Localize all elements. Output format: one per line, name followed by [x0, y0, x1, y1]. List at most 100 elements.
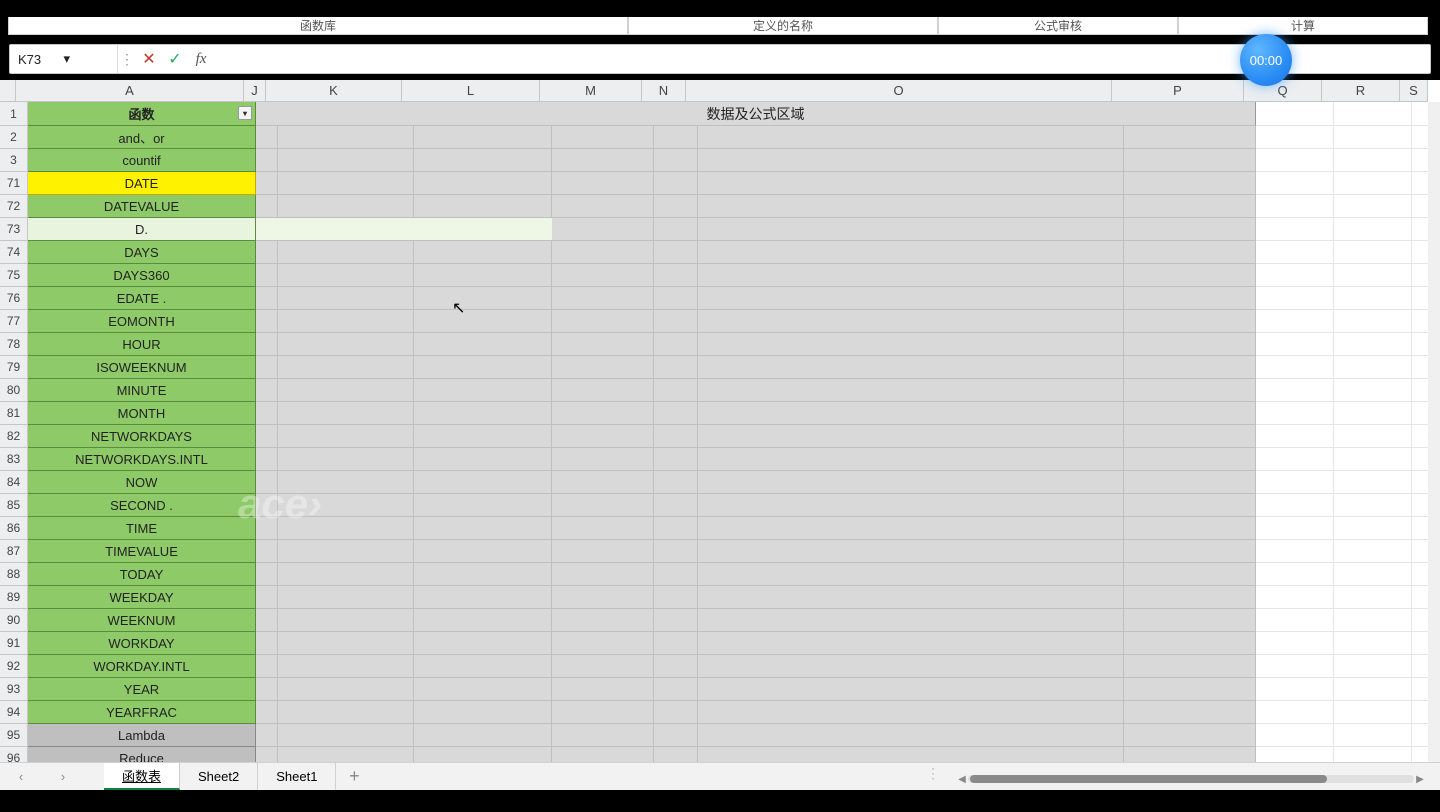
- cell[interactable]: [256, 172, 278, 195]
- cell-a-81[interactable]: MONTH: [28, 402, 256, 425]
- cell[interactable]: [552, 172, 654, 195]
- cell-a-96[interactable]: Reduce: [28, 747, 256, 762]
- cell[interactable]: [256, 701, 278, 724]
- cell[interactable]: [1334, 517, 1412, 540]
- column-header-M[interactable]: M: [540, 80, 642, 102]
- cell[interactable]: [256, 218, 278, 241]
- row-header[interactable]: 74: [0, 241, 28, 264]
- column-header-L[interactable]: L: [402, 80, 540, 102]
- cell[interactable]: [414, 425, 552, 448]
- cell[interactable]: [414, 540, 552, 563]
- row-header[interactable]: 90: [0, 609, 28, 632]
- cell[interactable]: [654, 126, 698, 149]
- cell[interactable]: [1124, 356, 1256, 379]
- cell[interactable]: [698, 632, 1124, 655]
- cell[interactable]: [698, 678, 1124, 701]
- cell[interactable]: [1412, 678, 1428, 701]
- cell[interactable]: [414, 655, 552, 678]
- row-header[interactable]: 89: [0, 586, 28, 609]
- cell-a-72[interactable]: DATEVALUE: [28, 195, 256, 218]
- ribbon-group-formula-audit[interactable]: 公式审核: [938, 17, 1178, 35]
- cell[interactable]: [278, 678, 414, 701]
- cell[interactable]: [414, 356, 552, 379]
- row-header[interactable]: 78: [0, 333, 28, 356]
- cell[interactable]: [1124, 287, 1256, 310]
- cell[interactable]: [654, 471, 698, 494]
- cell[interactable]: [256, 609, 278, 632]
- cell[interactable]: [552, 356, 654, 379]
- row-header[interactable]: 86: [0, 517, 28, 540]
- cell[interactable]: [278, 195, 414, 218]
- cell-a-87[interactable]: TIMEVALUE: [28, 540, 256, 563]
- cell-a-73[interactable]: D.: [28, 218, 256, 241]
- select-all-corner[interactable]: [0, 80, 16, 102]
- row-header[interactable]: 85: [0, 494, 28, 517]
- cell[interactable]: [1412, 517, 1428, 540]
- cell[interactable]: [654, 310, 698, 333]
- cell[interactable]: [414, 609, 552, 632]
- scroll-track[interactable]: [968, 775, 1414, 783]
- cell[interactable]: [1334, 287, 1412, 310]
- cell[interactable]: [1124, 333, 1256, 356]
- cell[interactable]: [1412, 402, 1428, 425]
- cell[interactable]: [1334, 540, 1412, 563]
- cell[interactable]: [1334, 655, 1412, 678]
- cell-a-94[interactable]: YEARFRAC: [28, 701, 256, 724]
- cell[interactable]: [1256, 609, 1334, 632]
- row-header[interactable]: 83: [0, 448, 28, 471]
- grid-body[interactable]: 1函数▾数据及公式区域2and、or3countif71DATE72DATEVA…: [0, 102, 1428, 762]
- cell[interactable]: [654, 333, 698, 356]
- cell[interactable]: [278, 609, 414, 632]
- cell[interactable]: [256, 655, 278, 678]
- status-menu-icon[interactable]: ⋮: [926, 765, 940, 782]
- cell[interactable]: [698, 379, 1124, 402]
- cell[interactable]: [552, 471, 654, 494]
- row-header[interactable]: 1: [0, 102, 28, 126]
- cell[interactable]: [278, 563, 414, 586]
- cell[interactable]: [1334, 586, 1412, 609]
- cell-a-92[interactable]: WORKDAY.INTL: [28, 655, 256, 678]
- cell[interactable]: [1412, 172, 1428, 195]
- cell[interactable]: [256, 724, 278, 747]
- cell[interactable]: [654, 701, 698, 724]
- cell[interactable]: [414, 701, 552, 724]
- cell[interactable]: [1412, 126, 1428, 149]
- cell[interactable]: [654, 494, 698, 517]
- cell[interactable]: [414, 126, 552, 149]
- cell[interactable]: [1124, 563, 1256, 586]
- cell[interactable]: [698, 655, 1124, 678]
- cell[interactable]: [1412, 287, 1428, 310]
- cell[interactable]: [256, 379, 278, 402]
- cancel-icon[interactable]: ✕: [136, 45, 162, 73]
- row-header[interactable]: 95: [0, 724, 28, 747]
- scroll-right-icon[interactable]: ▶: [1414, 774, 1426, 785]
- cell[interactable]: [552, 379, 654, 402]
- cell[interactable]: [1334, 172, 1412, 195]
- cell[interactable]: [1412, 471, 1428, 494]
- cell[interactable]: [552, 425, 654, 448]
- cell[interactable]: [414, 310, 552, 333]
- cell[interactable]: [1124, 402, 1256, 425]
- cell-a-90[interactable]: WEEKNUM: [28, 609, 256, 632]
- cell[interactable]: [654, 379, 698, 402]
- cell[interactable]: [278, 655, 414, 678]
- cell[interactable]: [654, 517, 698, 540]
- cell[interactable]: [698, 747, 1124, 762]
- cell[interactable]: [698, 241, 1124, 264]
- cell[interactable]: [1412, 102, 1428, 126]
- cell[interactable]: [278, 310, 414, 333]
- cell-a-79[interactable]: ISOWEEKNUM: [28, 356, 256, 379]
- row-header[interactable]: 84: [0, 471, 28, 494]
- horizontal-scrollbar[interactable]: ◀ ▶: [956, 774, 1426, 784]
- cell[interactable]: [654, 425, 698, 448]
- cell-a-82[interactable]: NETWORKDAYS: [28, 425, 256, 448]
- cell[interactable]: [654, 609, 698, 632]
- cell[interactable]: [654, 356, 698, 379]
- cell[interactable]: [1124, 310, 1256, 333]
- cell[interactable]: [1124, 747, 1256, 762]
- cell[interactable]: [1256, 678, 1334, 701]
- cell[interactable]: [698, 586, 1124, 609]
- row-header[interactable]: 2: [0, 126, 28, 149]
- cell[interactable]: [552, 517, 654, 540]
- cell-a-77[interactable]: EOMONTH: [28, 310, 256, 333]
